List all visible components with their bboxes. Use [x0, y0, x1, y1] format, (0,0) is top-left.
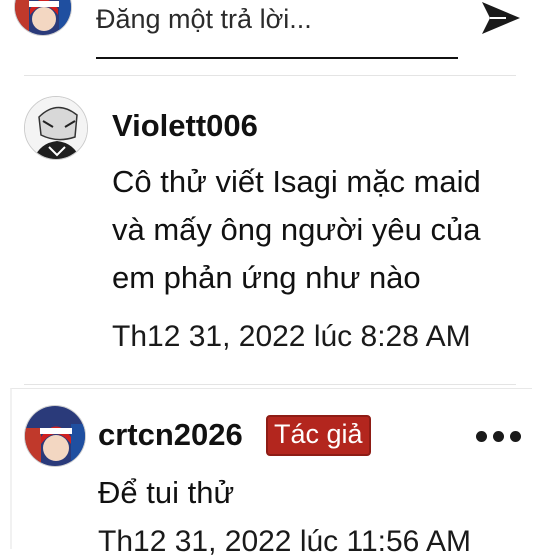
comment-author[interactable]: crtcn2026: [98, 417, 243, 453]
more-options-icon: [493, 431, 504, 442]
comment-body-line: em phản ứng như nào: [112, 260, 421, 295]
comment-timestamp: Th12 31, 2022 lúc 11:56 AM: [98, 525, 472, 558]
send-button[interactable]: [478, 0, 524, 40]
comment-author[interactable]: Violett006: [112, 108, 258, 144]
more-options-icon: [476, 431, 487, 442]
comment-body: Để tui thử: [98, 475, 235, 510]
reply-input[interactable]: [96, 0, 458, 38]
reply-composer: [0, 0, 540, 72]
send-icon: [482, 2, 520, 34]
author-reply: crtcn2026 Tác giả Để tui thử Th12 31, 20…: [10, 388, 532, 558]
comment: Violett006 Cô thử viết Isagi mặc maid và…: [0, 80, 540, 380]
user-avatar-icon: [15, 0, 71, 35]
comment-body-line: Cô thử viết Isagi mặc maid: [112, 164, 481, 199]
user-avatar-icon: [25, 97, 87, 159]
comment-timestamp: Th12 31, 2022 lúc 8:28 AM: [112, 320, 471, 353]
input-underline: [96, 57, 458, 59]
more-options-icon: [510, 431, 521, 442]
author-badge: Tác giả: [266, 415, 371, 456]
divider: [24, 384, 516, 385]
commenter-avatar[interactable]: [24, 405, 86, 467]
current-user-avatar[interactable]: [14, 0, 72, 36]
more-options-button[interactable]: [476, 429, 521, 447]
user-avatar-icon: [25, 406, 85, 466]
comment-body: Cô thử viết Isagi mặc maid và mấy ông ng…: [112, 158, 522, 302]
comment-body-line: và mấy ông người yêu của: [112, 212, 481, 247]
divider: [24, 75, 516, 76]
commenter-avatar[interactable]: [24, 96, 88, 160]
